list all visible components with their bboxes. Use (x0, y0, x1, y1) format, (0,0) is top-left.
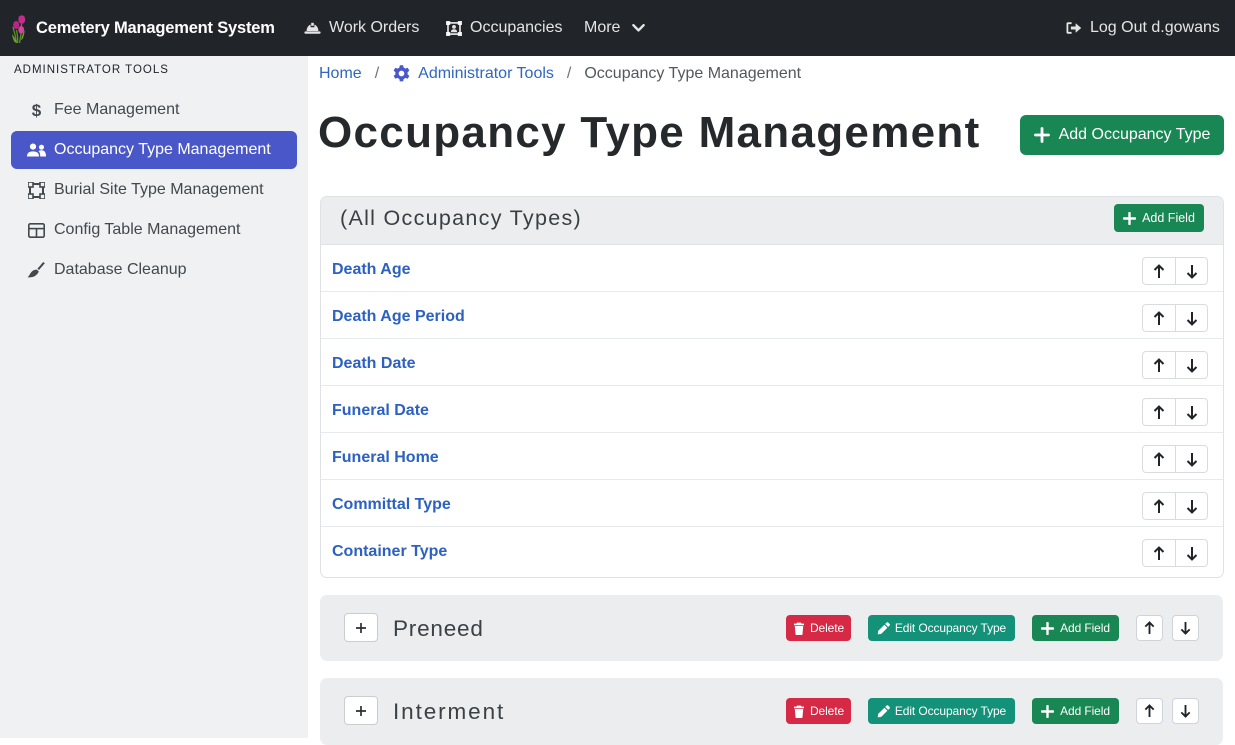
svg-text:$: $ (32, 101, 42, 119)
